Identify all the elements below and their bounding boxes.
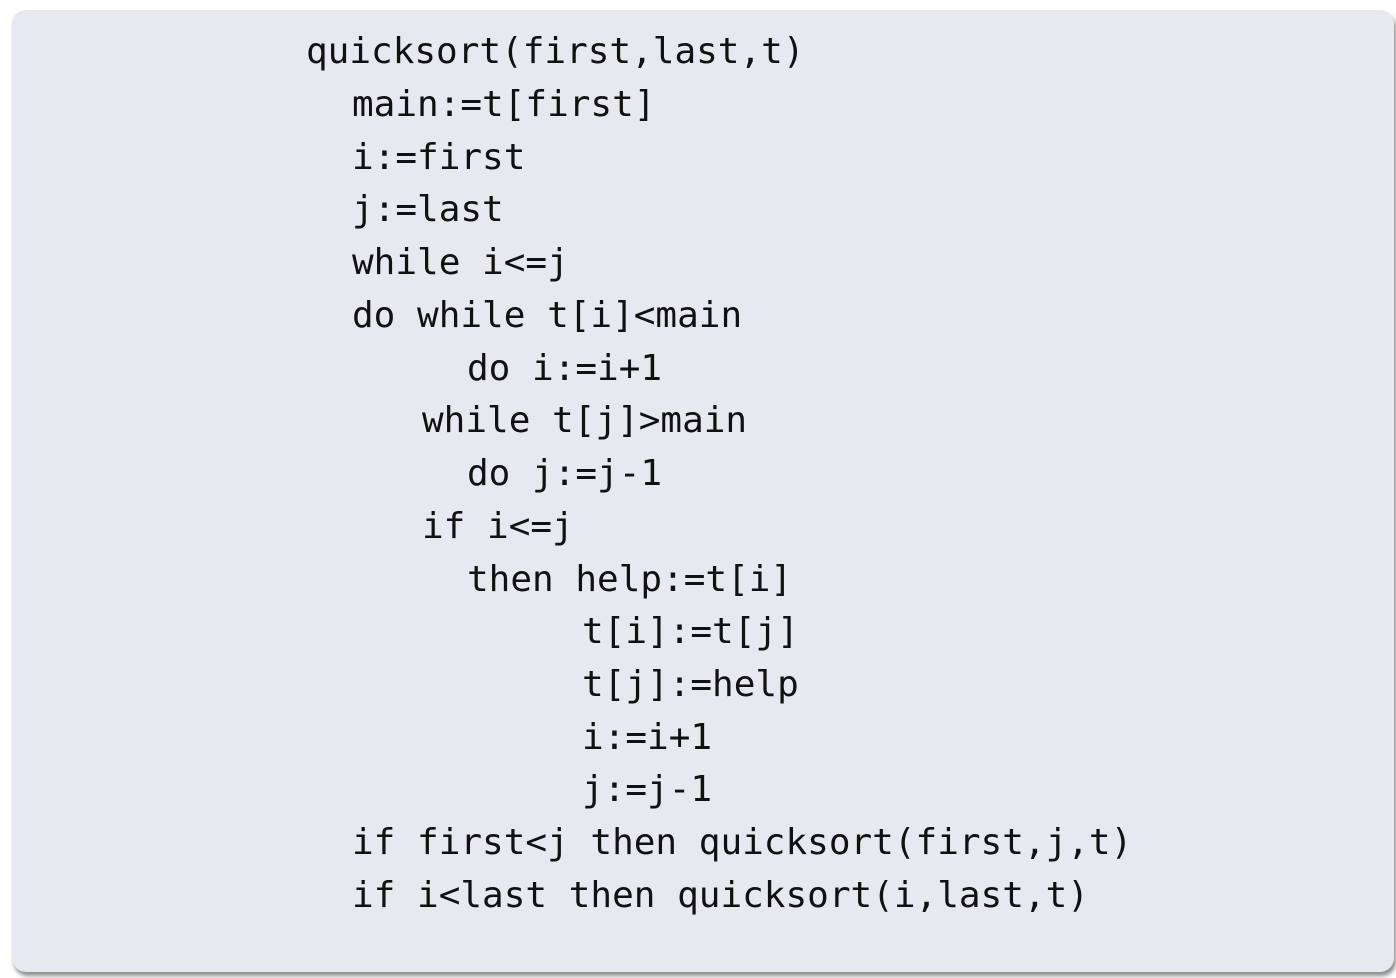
code-line: while i<=j bbox=[352, 242, 569, 283]
code-line: t[j]:=help bbox=[582, 664, 799, 705]
code-line: do i:=i+1 bbox=[467, 348, 663, 389]
code-line: while t[j]>main bbox=[422, 400, 748, 441]
code-line: j:=last bbox=[352, 189, 504, 230]
code-line: i:=i+1 bbox=[582, 717, 713, 758]
code-line: i:=first bbox=[352, 137, 526, 178]
code-line: if i<last then quicksort(i,last,t) bbox=[352, 875, 1089, 916]
code-line: main:=t[first] bbox=[352, 84, 656, 125]
code-block: quicksort(first,last,t) main:=t[first] i… bbox=[12, 10, 1394, 972]
code-line: j:=j-1 bbox=[582, 769, 713, 810]
code-line: if i<=j bbox=[422, 506, 574, 547]
code-line: if first<j then quicksort(first,j,t) bbox=[352, 822, 1133, 863]
code-line: t[i]:=t[j] bbox=[582, 611, 799, 652]
code-line: then help:=t[i] bbox=[467, 559, 793, 600]
code-line: do while t[i]<main bbox=[352, 295, 743, 336]
code-line: do j:=j-1 bbox=[467, 453, 663, 494]
pseudocode-listing: quicksort(first,last,t) main:=t[first] i… bbox=[12, 10, 1394, 972]
code-line: quicksort(first,last,t) bbox=[306, 31, 805, 72]
